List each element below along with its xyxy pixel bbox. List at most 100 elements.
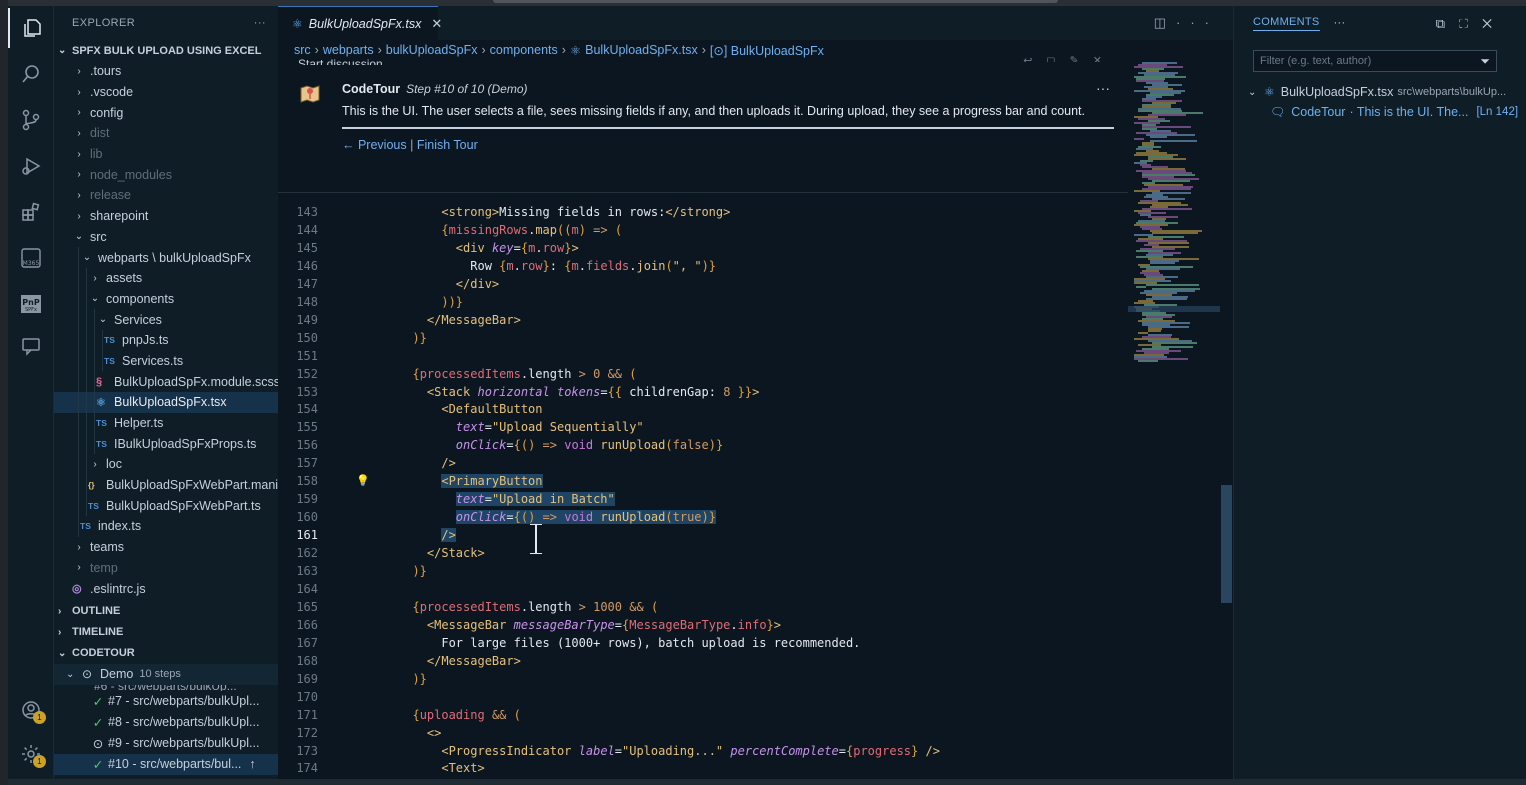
close-icon[interactable]: ✕ [431,16,442,32]
code-line[interactable]: 169 )} [278,670,1220,688]
code-line[interactable]: 167 For large files (1000+ rows), batch … [278,634,1220,652]
breadcrumb-item[interactable]: src [294,43,311,57]
accounts-icon[interactable]: 1 [8,690,54,730]
comments-more-button[interactable]: ··· [1334,17,1346,29]
code-line[interactable]: 155 text="Upload Sequentially" [278,418,1220,436]
tree-item[interactable]: › release [54,185,278,206]
breadcrumb-item[interactable]: bulkUploadSpFx [386,43,478,57]
line-number[interactable]: 168 [278,652,318,670]
line-number[interactable]: 170 [278,688,318,706]
line-number[interactable]: 174 [278,759,318,777]
tree-item[interactable]: TS BulkUploadSpFxWebPart.ts [54,495,278,517]
finish-tour-link[interactable]: Finish Tour [417,138,478,152]
code-line[interactable]: 152 {processedItems.length > 0 && ( [278,365,1220,383]
command-center[interactable] [493,0,1058,3]
tree-item[interactable]: {} BulkUploadSpFxWebPart.manif... [54,474,278,496]
editor-scrollbar-thumb[interactable] [1221,485,1232,603]
tree-item[interactable]: ⚛ BulkUploadSpFx.tsx [54,392,278,413]
source-control-icon[interactable] [8,100,54,140]
line-number[interactable]: 153 [278,383,318,401]
line-number[interactable]: 152 [278,365,318,383]
code-line[interactable]: 145 <div key={m.row}> [278,239,1220,257]
comments-title[interactable]: COMMENTS [1253,16,1320,31]
explorer-more-button[interactable]: ··· [254,17,266,29]
line-number[interactable]: 156 [278,436,318,454]
line-number[interactable]: 171 [278,706,318,724]
line-number[interactable]: 166 [278,616,318,634]
timeline-section-header[interactable]: › TIMELINE [54,622,278,643]
breadcrumb-item[interactable]: webparts [323,43,374,57]
line-number[interactable]: 150 [278,329,318,347]
code-line[interactable]: 151 [278,347,1220,365]
tree-item[interactable]: › .vscode [54,82,278,103]
code-line[interactable]: 159 text="Upload in Batch" [278,490,1220,508]
tree-item[interactable]: › config [54,102,278,123]
code-line[interactable]: 173 <ProgressIndicator label="Uploading.… [278,742,1220,760]
code-line[interactable]: 150 )} [278,329,1220,347]
tree-item[interactable]: TS Services.ts [54,350,278,372]
tree-item[interactable]: › teams [54,537,278,558]
tab-bulkuploadspfx-tsx[interactable]: ⚛ BulkUploadSpFx.tsx ✕ [278,6,442,40]
tour-item[interactable]: ⌄ ⊙ Demo 10 steps [54,663,278,685]
tree-item[interactable]: ⌄ src [54,227,278,248]
code-line[interactable]: 154 <DefaultButton [278,400,1220,418]
code-line[interactable]: 157 /> [278,454,1220,472]
code-line[interactable]: 166 <MessageBar messageBarType={MessageB… [278,616,1220,634]
code-line[interactable]: 170 [278,688,1220,706]
code-line[interactable]: 172 <> [278,724,1220,742]
maximize-icon[interactable]: ⛶ [1459,16,1482,31]
code-line[interactable]: 164 [278,580,1220,598]
breadcrumb-item[interactable]: components [490,43,558,57]
code-line[interactable]: 174 <Text> [278,759,1220,777]
tree-item[interactable]: › lib [54,144,278,165]
line-number[interactable]: 145 [278,239,318,257]
close-panel-icon[interactable]: ✕ [1482,16,1506,31]
tree-item[interactable]: ⌄ webparts \ bulkUploadSpFx [54,247,278,268]
line-number[interactable]: 162 [278,544,318,562]
pnp-icon[interactable]: PnP SPFx [8,284,54,324]
code-line[interactable]: 163 )} [278,562,1220,580]
collapse-all-icon[interactable]: ⧉ [1436,16,1459,31]
tree-item[interactable]: › assets [54,267,278,289]
tree-item[interactable]: ◎ .eslintrc.js [54,578,278,599]
arrow-up-icon[interactable]: ↑ [249,757,255,771]
code-line[interactable]: 165 {processedItems.length > 1000 && ( [278,598,1220,616]
m365-icon[interactable]: M365 [8,238,54,278]
breadcrumb-item[interactable]: [⊙] BulkUploadSpFx [710,43,824,58]
line-number[interactable]: 163 [278,562,318,580]
tree-item[interactable]: TS IBulkUploadSpFxProps.ts [54,433,278,455]
line-number[interactable]: 155 [278,418,318,436]
line-number[interactable]: 154 [278,400,318,418]
line-number[interactable]: 143 [278,203,318,221]
line-number[interactable]: 173 [278,742,318,760]
filter-icon[interactable]: ⏷ [1480,54,1490,69]
tree-item[interactable]: ⌄ components [54,288,278,310]
tree-item[interactable]: ⌄ Services [54,309,278,330]
line-number[interactable]: 169 [278,670,318,688]
line-number[interactable]: 158 [278,472,318,490]
comment-file-item[interactable]: ⌄ ⚛ BulkUploadSpFx.tsx src\webparts\bulk… [1234,82,1526,102]
code-line[interactable]: 171 {uploading && ( [278,706,1220,724]
code-line[interactable]: 168 </MessageBar> [278,652,1220,670]
tree-item[interactable]: › .tours [54,61,278,82]
code-line[interactable]: 143 <strong>Missing fields in rows:</str… [278,203,1220,221]
tree-item[interactable]: › temp [54,558,278,579]
line-number[interactable]: 161 [278,526,318,544]
line-number[interactable]: 151 [278,347,318,365]
tour-step-item[interactable]: ⊙ #9 - src/webparts/bulkUpl... [54,733,278,754]
settings-gear-icon[interactable]: 1 [8,734,54,774]
search-icon[interactable] [8,54,54,94]
code-line[interactable]: 153 <Stack horizontal tokens={{ children… [278,383,1220,401]
tree-item[interactable]: TS index.ts [54,516,278,537]
comments-filter-input[interactable]: Filter (e.g. text, author) ⏷ [1253,50,1497,72]
line-number[interactable]: 148 [278,293,318,311]
comment-thread-item[interactable]: 🗨 CodeTour · This is the UI. The... [Ln … [1234,102,1526,122]
editor-scrollbar-track[interactable] [1220,60,1233,779]
line-number[interactable]: 160 [278,508,318,526]
line-number[interactable]: 144 [278,221,318,239]
line-number[interactable]: 172 [278,724,318,742]
tour-more-button[interactable]: ··· [1096,80,1110,96]
lightbulb-icon[interactable]: 💡 [356,472,370,490]
code-line[interactable]: 160 onClick={() => void runUpload(true)} [278,508,1220,526]
tree-item[interactable]: › dist [54,123,278,144]
